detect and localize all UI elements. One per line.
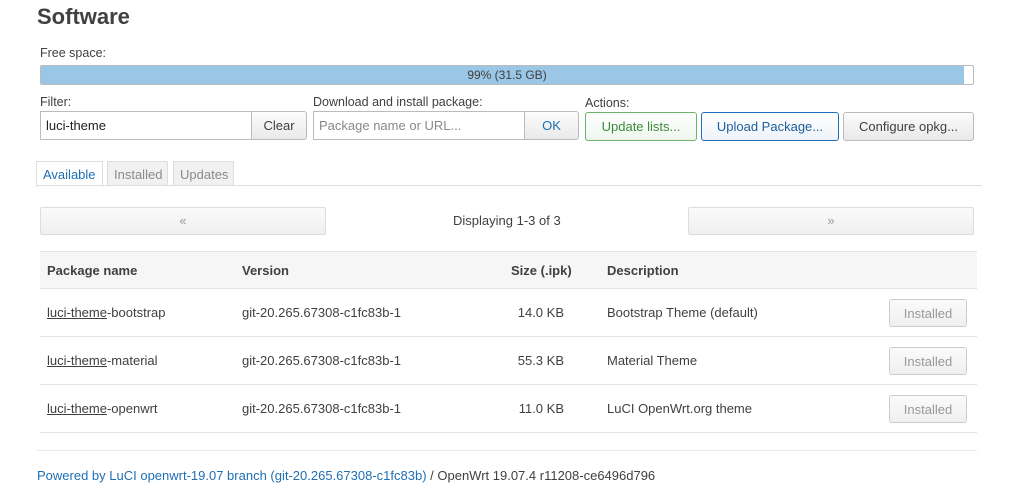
table-header: Package name Version Size (.ipk) Descrip… — [40, 251, 977, 289]
package-size: 55.3 KB — [517, 353, 564, 368]
footer: Powered by LuCI openwrt-19.07 branch (gi… — [37, 468, 655, 483]
download-label: Download and install package: — [313, 95, 483, 109]
pager-status: Displaying 1-3 of 3 — [453, 213, 561, 228]
installed-button[interactable]: Installed — [889, 347, 967, 375]
free-space-bar: 99% (31.5 GB) — [40, 65, 974, 85]
luci-version-link[interactable]: Powered by LuCI openwrt-19.07 branch (gi… — [37, 468, 427, 483]
package-size: 11.0 KB — [518, 401, 564, 416]
package-description: Material Theme — [607, 353, 698, 368]
header-version: Version — [242, 263, 289, 278]
free-space-label: Free space: — [40, 46, 107, 60]
header-description: Description — [607, 263, 679, 278]
package-name-suffix: -bootstrap — [106, 305, 166, 320]
footer-divider — [37, 450, 977, 451]
table-row: luci-theme-bootstrap git-20.265.67308-c1… — [40, 289, 977, 337]
package-name-suffix: -material — [106, 353, 158, 368]
header-size: Size (.ipk) — [511, 263, 572, 278]
filter-input[interactable] — [40, 111, 252, 140]
tab-available[interactable]: Available — [36, 161, 103, 187]
package-name-match[interactable]: luci-theme — [47, 353, 107, 368]
free-space-text: 99% (31.5 GB) — [467, 68, 547, 82]
installed-button[interactable]: Installed — [889, 395, 967, 423]
package-name-match[interactable]: luci-theme — [47, 305, 107, 320]
package-url-input[interactable] — [313, 111, 525, 140]
tab-installed[interactable]: Installed — [107, 161, 168, 186]
update-lists-button[interactable]: Update lists... — [585, 112, 697, 141]
tab-divider — [36, 185, 982, 186]
package-version: git-20.265.67308-c1fc83b-1 — [242, 401, 402, 416]
clear-filter-button[interactable]: Clear — [251, 111, 307, 140]
upload-package-button[interactable]: Upload Package... — [701, 112, 839, 141]
tab-updates[interactable]: Updates — [173, 161, 234, 186]
package-description: Bootstrap Theme (default) — [607, 305, 758, 320]
actions-label: Actions: — [585, 96, 630, 110]
package-name[interactable]: luci-theme-bootstrap — [47, 305, 166, 320]
filter-label: Filter: — [40, 95, 72, 109]
next-page-button[interactable]: » — [688, 207, 974, 235]
table-row: luci-theme-material git-20.265.67308-c1f… — [40, 337, 977, 385]
package-size: 14.0 KB — [517, 305, 564, 320]
prev-page-button[interactable]: « — [40, 207, 326, 235]
package-name[interactable]: luci-theme-openwrt — [47, 401, 158, 416]
installed-button[interactable]: Installed — [889, 299, 967, 327]
openwrt-version: / OpenWrt 19.07.4 r11208-ce6496d796 — [426, 468, 656, 483]
package-name[interactable]: luci-theme-material — [47, 353, 158, 368]
configure-opkg-button[interactable]: Configure opkg... — [843, 112, 974, 141]
package-name-suffix: -openwrt — [106, 401, 158, 416]
page-title: Software — [37, 4, 130, 29]
install-ok-button[interactable]: OK — [524, 111, 579, 140]
table-row: luci-theme-openwrt git-20.265.67308-c1fc… — [40, 385, 977, 433]
header-package-name: Package name — [47, 263, 138, 278]
package-version: git-20.265.67308-c1fc83b-1 — [242, 305, 402, 320]
package-version: git-20.265.67308-c1fc83b-1 — [242, 353, 402, 368]
package-description: LuCI OpenWrt.org theme — [607, 401, 752, 416]
package-name-match[interactable]: luci-theme — [47, 401, 107, 416]
